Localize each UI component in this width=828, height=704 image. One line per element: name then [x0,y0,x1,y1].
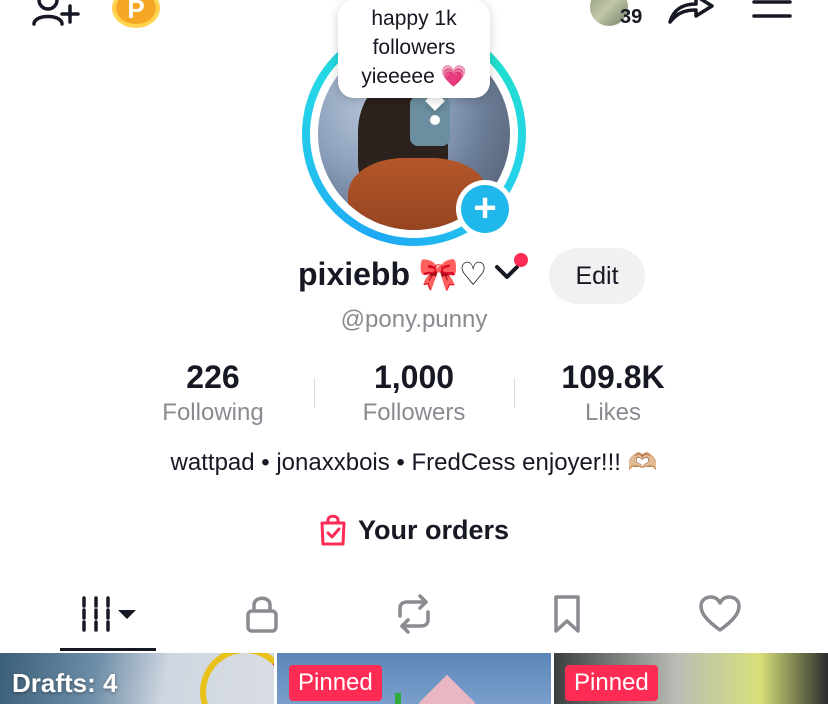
bookmark-icon [554,595,580,633]
your-orders-link[interactable]: Your orders [318,512,509,548]
status-bubble-dot [430,115,440,125]
your-orders-label: Your orders [358,514,510,545]
following-count: 226 [186,359,240,395]
pinned-badge: Pinned [565,665,658,701]
grid-videos-icon [82,596,136,632]
active-tab-indicator [60,648,156,651]
status-line-1: happy 1k [371,7,457,30]
lock-icon [246,596,278,633]
status-line-2: followers [372,36,456,59]
add-friend-icon[interactable] [30,0,82,28]
tab-liked[interactable] [694,588,746,640]
status-bubble[interactable]: happy 1k followers yieeeee 💗 [338,0,490,98]
coin-letter: P [127,0,145,24]
bio-text: wattpad • jonaxxbois • FredCess enjoyer!… [170,449,658,476]
drafts-label: Drafts: 4 [12,668,118,698]
shopping-bag-icon [320,514,346,546]
heart-icon [699,595,741,632]
pinned-badge: Pinned [289,665,382,701]
following-label: Following [162,399,264,426]
tab-private[interactable] [236,588,288,640]
stat-following[interactable]: 226 Following [113,358,313,430]
tab-reposts[interactable] [388,588,440,640]
tile-art-shape [418,674,476,704]
edit-profile-button[interactable]: Edit [549,248,645,304]
tab-favorites[interactable] [541,588,593,640]
coin-icon[interactable]: P [112,0,160,28]
followers-count: 1,000 [373,359,455,395]
notification-dot [514,253,528,267]
likes-label: Likes [584,399,642,426]
story-count: 39 [620,6,643,28]
share-icon[interactable] [666,0,716,28]
tab-videos[interactable] [60,588,156,640]
likes-count: 109.8K [561,359,665,395]
username-handle: @pony.punny [340,306,488,333]
status-line-3: yieeeee 💗 [361,65,467,88]
tile-art-stem [395,693,401,704]
repost-icon [398,594,430,634]
plus-icon: + [461,185,509,233]
followers-label: Followers [362,399,466,426]
stat-likes[interactable]: 109.8K Likes [513,358,713,430]
menu-icon[interactable] [752,0,792,22]
add-avatar-button[interactable]: + [456,180,514,238]
display-name: pixiebb 🎀♡ [298,256,488,292]
stat-followers[interactable]: 1,000 Followers [314,358,514,430]
tile-art-arc [200,653,274,704]
